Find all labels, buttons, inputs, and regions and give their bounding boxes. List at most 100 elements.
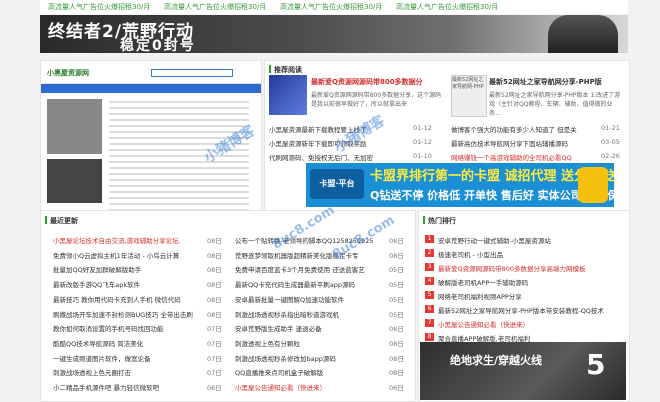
list-item-title: 代刷网源码、免授权无后门、无加密 <box>269 154 373 162</box>
list-item-date: 08日 <box>207 251 222 260</box>
list-item-title: 最新QQ卡充代码生成器最新平刷app源码 <box>235 281 355 290</box>
list-item[interactable]: 做博客个强大的功能有多少人知道了 但是关 01-21 <box>451 124 627 134</box>
list-item-date: 03-05 <box>601 138 620 146</box>
list-item-title: 荒野逐梦领取机器版超精新美化版稳定卡专 <box>235 251 359 260</box>
rank-number-badge: 3 <box>425 263 434 271</box>
recommend-headline[interactable]: 最新52网址之家导航网分享-PHP版 <box>489 77 602 87</box>
section-marker <box>269 65 271 73</box>
list-item-title: QQ直播推来点司机盒子破解版 <box>235 369 324 378</box>
list-item[interactable]: 最新QQ卡充代码生成器最新平刷app源码 05日 <box>235 279 404 290</box>
list-item-date: 01-10 <box>413 152 432 160</box>
hot-list-title: 最新爱Q资源网源码带800多数据分享高端力网模板 <box>438 265 586 273</box>
hot-list-item[interactable]: 1 安卓荒野行动一键式辅助-小黑屋资源站 <box>425 235 623 245</box>
section-marker <box>45 216 47 224</box>
list-item-date: 02-26 <box>601 152 620 160</box>
site-preview-thumbnail <box>47 159 102 203</box>
list-item-date: 08日 <box>207 281 222 290</box>
hot-list-title: 极速老司机 - 小型出品 <box>438 251 503 259</box>
list-item-date: 08日 <box>389 325 404 334</box>
thumbs-up-icon <box>578 167 608 203</box>
list-item-title: 做博客个强大的功能有多少人知道了 但是关 <box>451 126 577 134</box>
rank-number-badge: 7 <box>425 319 434 327</box>
hot-list-item[interactable]: 2 极速老司机 - 小型出品 <box>425 249 623 259</box>
list-item[interactable]: 批量加QQ好友加群破解版助手 08日 <box>53 264 222 274</box>
list-item[interactable]: 一键生成频道图片软件，做宽论备 07日 <box>53 353 222 363</box>
card-mall-logo: 卡盟·平台 <box>310 169 364 199</box>
list-item-date: 06日 <box>207 384 222 392</box>
latest-updates-panel: 最近更新 小黑屋论坛技术自由交流,游戏辅助分享论坛. 08日 免费领小Q云虚拟主机1… <box>40 210 416 402</box>
recommend-thumbnail[interactable]: 最新52网址之家导航网-PHP <box>451 75 487 117</box>
list-item-title: 刺激战场透视上色元圈打击 <box>53 369 131 378</box>
list-item[interactable]: 酷酷QQ技术导航源码 简洁美化 07日 <box>53 338 222 348</box>
hot-list-item[interactable]: 7 小黑屋公告通知必看（快进来） <box>425 319 623 329</box>
list-item-date: 07日 <box>207 354 222 363</box>
list-item-title: 最新改版手游QQ飞车apk软件 <box>53 281 141 290</box>
list-item-date: 08日 <box>389 369 404 378</box>
list-item[interactable]: 刺激战场透视上色元圈打击 07日 <box>53 367 222 378</box>
hot-list-item[interactable]: 3 最新爱Q资源网源码带800多数据分享高端力网模板 <box>425 263 623 273</box>
top-ad-link[interactable]: 高流量人气广告位火爆招租30/月 <box>48 2 150 12</box>
list-item[interactable]: 免费领小Q云虚拟主机1年活动 - 小鸟云计算 08日 <box>53 250 222 260</box>
list-item-title: 一键生成频道图片软件，做宽论备 <box>53 354 151 363</box>
list-item-title: 免费申请百度蓝卡3个月免费使用 还送蓝客艺 <box>235 266 365 275</box>
list-item[interactable]: 刺激战场透视秒杀修改加bapp源码 08日 <box>235 353 404 363</box>
top-ad-link[interactable]: 高流量人气广告位火爆招租30/月 <box>396 2 498 12</box>
list-item[interactable]: 教你如何取消设置的手机号码找回功能 07日 <box>53 323 222 333</box>
list-item-title: 最新高仿技术导航网分享下面站辅播源码 <box>451 140 568 148</box>
list-item[interactable]: 网络赚钱一个高游戏辅助的全司机必看QQ 02-26 <box>451 152 627 162</box>
hot-list-title: 最新52网址之家导航网分享-PHP版本带安装教程-QQ技术 <box>438 307 604 315</box>
list-item[interactable]: 最新高仿技术导航网分享下面站辅播源码 03-05 <box>451 138 627 148</box>
list-item[interactable]: 公布一个贴转换-老领导的脚本QQ1258259925 08日 <box>235 235 404 245</box>
thumbnail-caption: 最新52网址之家导航网-PHP <box>452 77 484 90</box>
recommend-thumbnail[interactable] <box>269 75 307 115</box>
list-item[interactable]: 最新技巧 教你用代码卡充到人手机 微信代码 08日 <box>53 294 222 304</box>
recommend-title: 推荐阅读 <box>274 66 302 74</box>
top-ad-link[interactable]: 高流量人气广告位火爆招租30/月 <box>280 2 382 12</box>
list-item-date: 08日 <box>389 354 404 363</box>
hot-list-item[interactable]: 5 网络老司机福利视频APP分享 <box>425 291 623 301</box>
hot-list-title: 小黑屋公告通知必看（快进来） <box>438 321 529 329</box>
list-item-date: 06日 <box>389 384 404 392</box>
card-mall-ad[interactable]: 卡盟·平台 卡盟界排行第一的卡盟 诚招代理 送分站 送Q钻 Q钻送不停 价格低 … <box>306 163 614 207</box>
list-item-date: 08日 <box>207 295 222 304</box>
list-item[interactable]: 刷撒战场开车加速不封检测BUG技巧 全带出击刷 08日 <box>53 309 222 319</box>
list-item[interactable]: 刺激战场透视秒杀指出暗秒道游戏机 05日 <box>235 309 404 319</box>
top-ad-link[interactable]: 高流量人气广告位火爆招租30/月 <box>164 2 266 12</box>
list-item-title: 小黑屋资源最新下载教程要上线了 <box>269 126 367 134</box>
list-item-title: 免费领小Q云虚拟主机1年活动 - 小鸟云计算 <box>53 251 180 260</box>
list-item[interactable]: 小黑屋论坛技术自由交流,游戏辅助分享论坛. 08日 <box>53 235 222 245</box>
list-item-date: 08日 <box>389 339 404 348</box>
hot-list-item[interactable]: 6 最新52网址之家导航网分享-PHP版本带安装教程-QQ技术 <box>425 305 623 315</box>
list-item[interactable]: 刺激透视上色有分颗粒 08日 <box>235 338 404 348</box>
game-banner-ad[interactable]: 终结者2/荒野行动 稳定0封号 <box>40 15 628 53</box>
hot-list-item[interactable]: 4 破解版老司机APP一手辅助源码 <box>425 277 623 287</box>
list-item[interactable]: QQ直播推来点司机盒子破解版 08日 <box>235 367 404 378</box>
list-item-date: 05日 <box>389 281 404 290</box>
list-item-date: 01-12 <box>413 124 432 132</box>
latest-title: 最近更新 <box>50 217 78 225</box>
list-item[interactable]: 安卓荒野版生成助手 速退必备 08日 <box>235 323 404 333</box>
hot-list-title: 安卓荒野行动一键式辅助-小黑屋资源站 <box>438 237 551 245</box>
list-item[interactable]: 代刷网源码、免授权无后门、无加密 01-10 <box>269 152 445 162</box>
list-item-date: 08日 <box>207 310 222 319</box>
list-item-date: 08日 <box>207 266 222 275</box>
list-item-title: 最新技巧 教你用代码卡充到人手机 微信代码 <box>53 295 181 304</box>
list-item-date: 08日 <box>389 237 404 245</box>
list-item-title: 酷酷QQ技术导航源码 简洁美化 <box>53 339 144 348</box>
list-item[interactable]: 小二精品手机源件吧 暴力轻信微软吧 06日 <box>53 382 222 392</box>
list-item[interactable]: 免费申请百度蓝卡3个月免费使用 还送蓝客艺 05日 <box>235 264 404 275</box>
top-ad-strip: 高流量人气广告位火爆招租30/月 高流量人气广告位火爆招租30/月 高流量人气广… <box>40 0 628 14</box>
list-item-date: 07日 <box>207 369 222 378</box>
game-ad[interactable]: 绝地求生/穿越火线 5 <box>420 342 626 400</box>
list-item[interactable]: 小黑屋公告通知必看（快进来） 06日 <box>235 382 404 392</box>
list-item-title: 刺激战场透视秒杀指出暗秒道游戏机 <box>235 310 339 319</box>
rank-number-badge: 1 <box>425 235 434 243</box>
list-item[interactable]: 小黑屋资源最新下载教程要上线了 01-12 <box>269 124 445 134</box>
site-preview-search <box>151 69 233 77</box>
list-item[interactable]: 小黑屋资源新年下载即可领取奖励 01-12 <box>269 138 445 148</box>
list-item[interactable]: 最新改版手游QQ飞车apk软件 08日 <box>53 279 222 290</box>
list-item[interactable]: 安卓最新批量一键图解Q加速功能软件 05日 <box>235 294 404 304</box>
banner-line2: 稳定0封号 <box>120 38 196 53</box>
list-item[interactable]: 荒野逐梦领取机器版超精新美化版稳定卡专 08日 <box>235 250 404 260</box>
recommend-headline[interactable]: 最新爱Q资源网源码带800多数据分 <box>311 77 423 87</box>
